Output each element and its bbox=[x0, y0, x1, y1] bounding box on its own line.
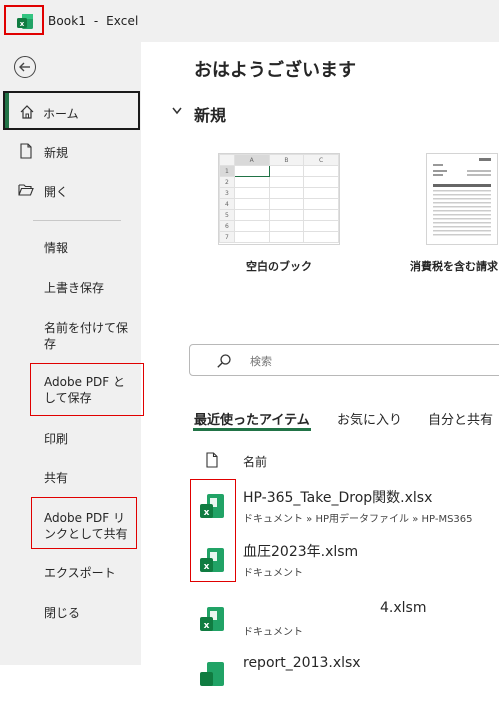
sidebar-divider bbox=[33, 220, 121, 221]
svg-text:x: x bbox=[204, 621, 210, 631]
grid-cell bbox=[233, 198, 270, 210]
greeting-heading: おはようございます bbox=[194, 60, 356, 81]
sidebar-item-info[interactable]: 情報 bbox=[44, 240, 68, 256]
back-button[interactable] bbox=[14, 56, 36, 78]
sidebar-item-label: 開く bbox=[44, 185, 69, 199]
sidebar-item-home[interactable]: ホーム bbox=[3, 91, 140, 130]
grid-row-header: 2 bbox=[219, 176, 235, 188]
sidebar-item-export[interactable]: エクスポート bbox=[44, 565, 116, 581]
grid-cell bbox=[303, 209, 339, 221]
new-section-heading: 新規 bbox=[194, 106, 227, 125]
sidebar-item-save-as[interactable]: 名前を付けて保 存 bbox=[44, 320, 134, 352]
search-input[interactable] bbox=[248, 351, 472, 371]
recent-file-row[interactable]: x 4.xlsm ドキュメント bbox=[190, 595, 499, 651]
grid-cell bbox=[268, 198, 305, 210]
grid-cell bbox=[233, 220, 270, 232]
svg-text:x: x bbox=[204, 562, 210, 572]
grid-cell bbox=[268, 231, 305, 243]
recent-file-row[interactable]: x 血圧2023年.xlsm ドキュメント bbox=[190, 536, 499, 592]
excel-app-icon-highlight[interactable]: x bbox=[4, 5, 44, 35]
grid-row-header: 1 bbox=[219, 165, 235, 177]
sidebar-item-print[interactable]: 印刷 bbox=[44, 431, 68, 447]
file-path: ドキュメント bbox=[243, 627, 303, 638]
grid-cell bbox=[268, 220, 305, 232]
sidebar-item-label: ホーム bbox=[43, 107, 79, 121]
template-blank-workbook-label[interactable]: 空白のブック bbox=[246, 258, 312, 274]
template-invoice-thumbnail[interactable] bbox=[426, 153, 498, 245]
grid-cell bbox=[268, 176, 305, 188]
template-blank-workbook-thumbnail[interactable]: ABC 1234567 bbox=[218, 153, 340, 245]
grid-cell bbox=[268, 187, 305, 199]
invoice-preview-image bbox=[433, 158, 491, 236]
grid-cell bbox=[303, 187, 339, 199]
arrow-left-icon bbox=[19, 62, 30, 72]
grid-cell bbox=[303, 176, 339, 188]
sidebar-item-save-as-adobe-pdf[interactable]: Adobe PDF と して保存 bbox=[44, 374, 140, 406]
grid-cell bbox=[303, 220, 339, 232]
excel-logo-icon: x bbox=[17, 14, 33, 29]
file-name: report_2013.xlsx bbox=[243, 655, 361, 671]
sidebar-item-open[interactable]: 開く bbox=[0, 172, 141, 208]
title-bar: x Book1 - Excel bbox=[0, 0, 499, 42]
excel-macro-file-icon: x bbox=[200, 607, 224, 631]
tab-active-underline bbox=[193, 428, 311, 431]
grid-row-header: 3 bbox=[219, 187, 235, 199]
sidebar-item-label: 新規 bbox=[44, 146, 69, 160]
document-icon bbox=[206, 452, 218, 468]
grid-cell bbox=[233, 176, 270, 188]
backstage-sidebar: ホーム 新規 開く 情報 上書き保存 名前を付けて保 存 Adobe PDF と… bbox=[0, 42, 144, 665]
new-document-icon bbox=[20, 143, 32, 159]
home-icon bbox=[20, 105, 34, 119]
svg-text:x: x bbox=[20, 20, 25, 28]
template-invoice-label[interactable]: 消費税を含む請求 bbox=[410, 258, 498, 274]
window-title: Book1 - Excel bbox=[48, 14, 139, 28]
tab-favorites[interactable]: お気に入り bbox=[337, 409, 402, 428]
sidebar-item-share-adobe-pdf-link[interactable]: Adobe PDF リ ンクとして共有 bbox=[44, 510, 136, 542]
grid-cell bbox=[303, 198, 339, 210]
chevron-down-icon[interactable] bbox=[171, 106, 183, 116]
name-column-header[interactable]: 名前 bbox=[243, 453, 267, 470]
grid-cell bbox=[233, 231, 270, 243]
grid-column-header: C bbox=[303, 154, 339, 166]
grid-row-header: 7 bbox=[219, 231, 235, 243]
svg-text:x: x bbox=[204, 508, 210, 518]
file-path: ドキュメント bbox=[243, 568, 303, 579]
sidebar-item-save[interactable]: 上書き保存 bbox=[44, 280, 104, 296]
grid-cell bbox=[233, 187, 270, 199]
sidebar-item-new[interactable]: 新規 bbox=[0, 133, 141, 169]
recent-file-row[interactable]: x HP-365_Take_Drop関数.xlsx ドキュメント » HP用デー… bbox=[190, 482, 499, 538]
grid-row-header: 5 bbox=[219, 209, 235, 221]
file-path: ドキュメント » HP用データファイル » HP-MS365 bbox=[243, 514, 473, 525]
recent-file-row[interactable]: report_2013.xlsx bbox=[190, 650, 499, 706]
file-name: HP-365_Take_Drop関数.xlsx bbox=[243, 490, 433, 506]
grid-column-header: B bbox=[268, 154, 305, 166]
search-box[interactable] bbox=[189, 344, 499, 376]
file-name: 血圧2023年.xlsm bbox=[243, 544, 359, 560]
tab-shared-with-me[interactable]: 自分と共有 bbox=[428, 409, 493, 428]
grid-cell bbox=[233, 209, 270, 221]
excel-macro-file-icon: x bbox=[200, 548, 224, 572]
grid-cell bbox=[233, 165, 270, 177]
grid-row-header: 4 bbox=[219, 198, 235, 210]
grid-cell bbox=[268, 165, 305, 177]
excel-file-icon: x bbox=[200, 494, 224, 518]
grid-cell bbox=[303, 165, 339, 177]
tab-recent[interactable]: 最近使ったアイテム bbox=[194, 409, 310, 428]
folder-open-icon bbox=[18, 184, 34, 196]
grid-column-header: A bbox=[233, 154, 270, 166]
grid-cell bbox=[303, 231, 339, 243]
blank-workbook-grid: ABC 1234567 bbox=[219, 154, 339, 243]
file-name: 4.xlsm bbox=[380, 600, 427, 616]
selected-indicator bbox=[5, 93, 9, 128]
grid-row-header: 6 bbox=[219, 220, 235, 232]
grid-corner bbox=[219, 154, 235, 166]
sidebar-item-share[interactable]: 共有 bbox=[44, 470, 68, 486]
sidebar-item-close[interactable]: 閉じる bbox=[44, 605, 80, 621]
search-icon bbox=[217, 354, 231, 368]
grid-cell bbox=[268, 209, 305, 221]
